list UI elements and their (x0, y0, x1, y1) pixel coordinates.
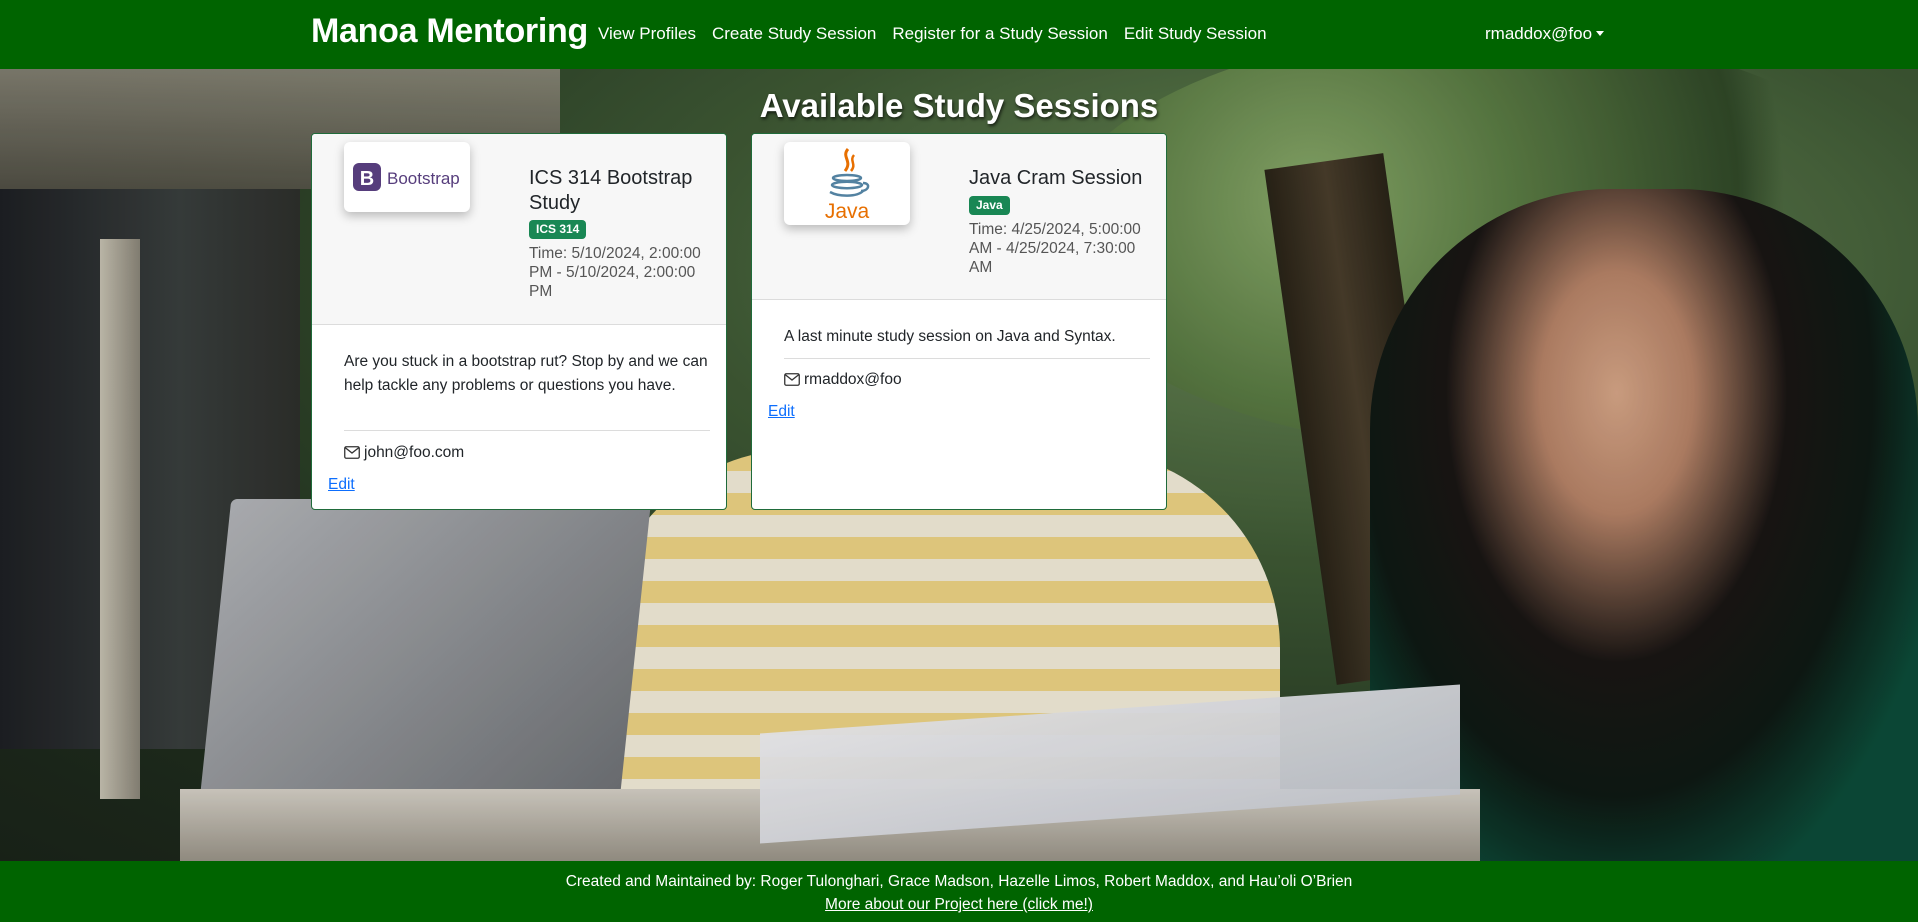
course-badge: Java (969, 196, 1010, 215)
session-time: Time: 5/10/2024, 2:00:00 PM - 5/10/2024,… (529, 245, 701, 300)
course-badge: ICS 314 (529, 220, 587, 239)
session-card: B Bootstrap ICS 314 Bootstrap Study ICS … (311, 133, 727, 510)
card-divider (784, 358, 1150, 359)
nav-link-view-profiles[interactable]: View Profiles (598, 22, 696, 46)
bootstrap-logo-text: Bootstrap (387, 169, 460, 188)
email-text: john@foo.com (364, 444, 465, 461)
card-header: B Bootstrap ICS 314 Bootstrap Study ICS … (312, 134, 726, 325)
session-title: ICS 314 Bootstrap Study (529, 167, 693, 214)
nav-link-create-study-session[interactable]: Create Study Session (712, 22, 876, 46)
session-title: Java Cram Session (969, 167, 1143, 189)
footer: Created and Maintained by: Roger Tulongh… (0, 861, 1918, 922)
session-description: Are you stuck in a bootstrap rut? Stop b… (344, 353, 708, 394)
nav-link-register-study-session[interactable]: Register for a Study Session (892, 22, 1107, 46)
user-dropdown[interactable]: rmaddox@foo (1485, 22, 1605, 46)
edit-session-link[interactable]: Edit (768, 402, 795, 422)
card-header: Java Java Cram Session Java Time: 4/25/2… (752, 134, 1166, 300)
card-divider (344, 430, 710, 431)
top-navbar: Manoa Mentoring View Profiles Create Stu… (0, 0, 1918, 69)
brand-logo-text[interactable]: Manoa Mentoring (311, 10, 588, 52)
caret-down-icon (1596, 30, 1605, 36)
session-description: A last minute study session on Java and … (784, 328, 1116, 345)
session-card: Java Java Cram Session Java Time: 4/25/2… (751, 133, 1167, 510)
bootstrap-logo: B Bootstrap (344, 142, 470, 212)
footer-credits: Created and Maintained by: Roger Tulongh… (565, 873, 1353, 890)
bootstrap-icon: B Bootstrap (353, 163, 460, 191)
java-logo-text: Java (825, 200, 870, 223)
nav-link-edit-study-session[interactable]: Edit Study Session (1124, 22, 1267, 46)
email-text: rmaddox@foo (804, 371, 902, 388)
java-icon: Java (825, 147, 870, 223)
edit-session-link[interactable]: Edit (328, 475, 355, 495)
project-info-link[interactable]: More about our Project here (click me!) (825, 896, 1093, 913)
session-time: Time: 4/25/2024, 5:00:00 AM - 4/25/2024,… (969, 221, 1141, 276)
envelope-icon (344, 446, 360, 459)
page-title: Available Study Sessions (759, 87, 1159, 124)
envelope-icon (784, 373, 800, 386)
session-owner-email: rmaddox@foo (784, 370, 902, 390)
user-dropdown-label: rmaddox@foo (1485, 24, 1593, 43)
nav-links: View Profiles Create Study Session Regis… (598, 22, 1283, 46)
java-logo: Java (784, 142, 910, 225)
bootstrap-logo-letter: B (360, 168, 374, 190)
session-owner-email: john@foo.com (344, 443, 464, 463)
